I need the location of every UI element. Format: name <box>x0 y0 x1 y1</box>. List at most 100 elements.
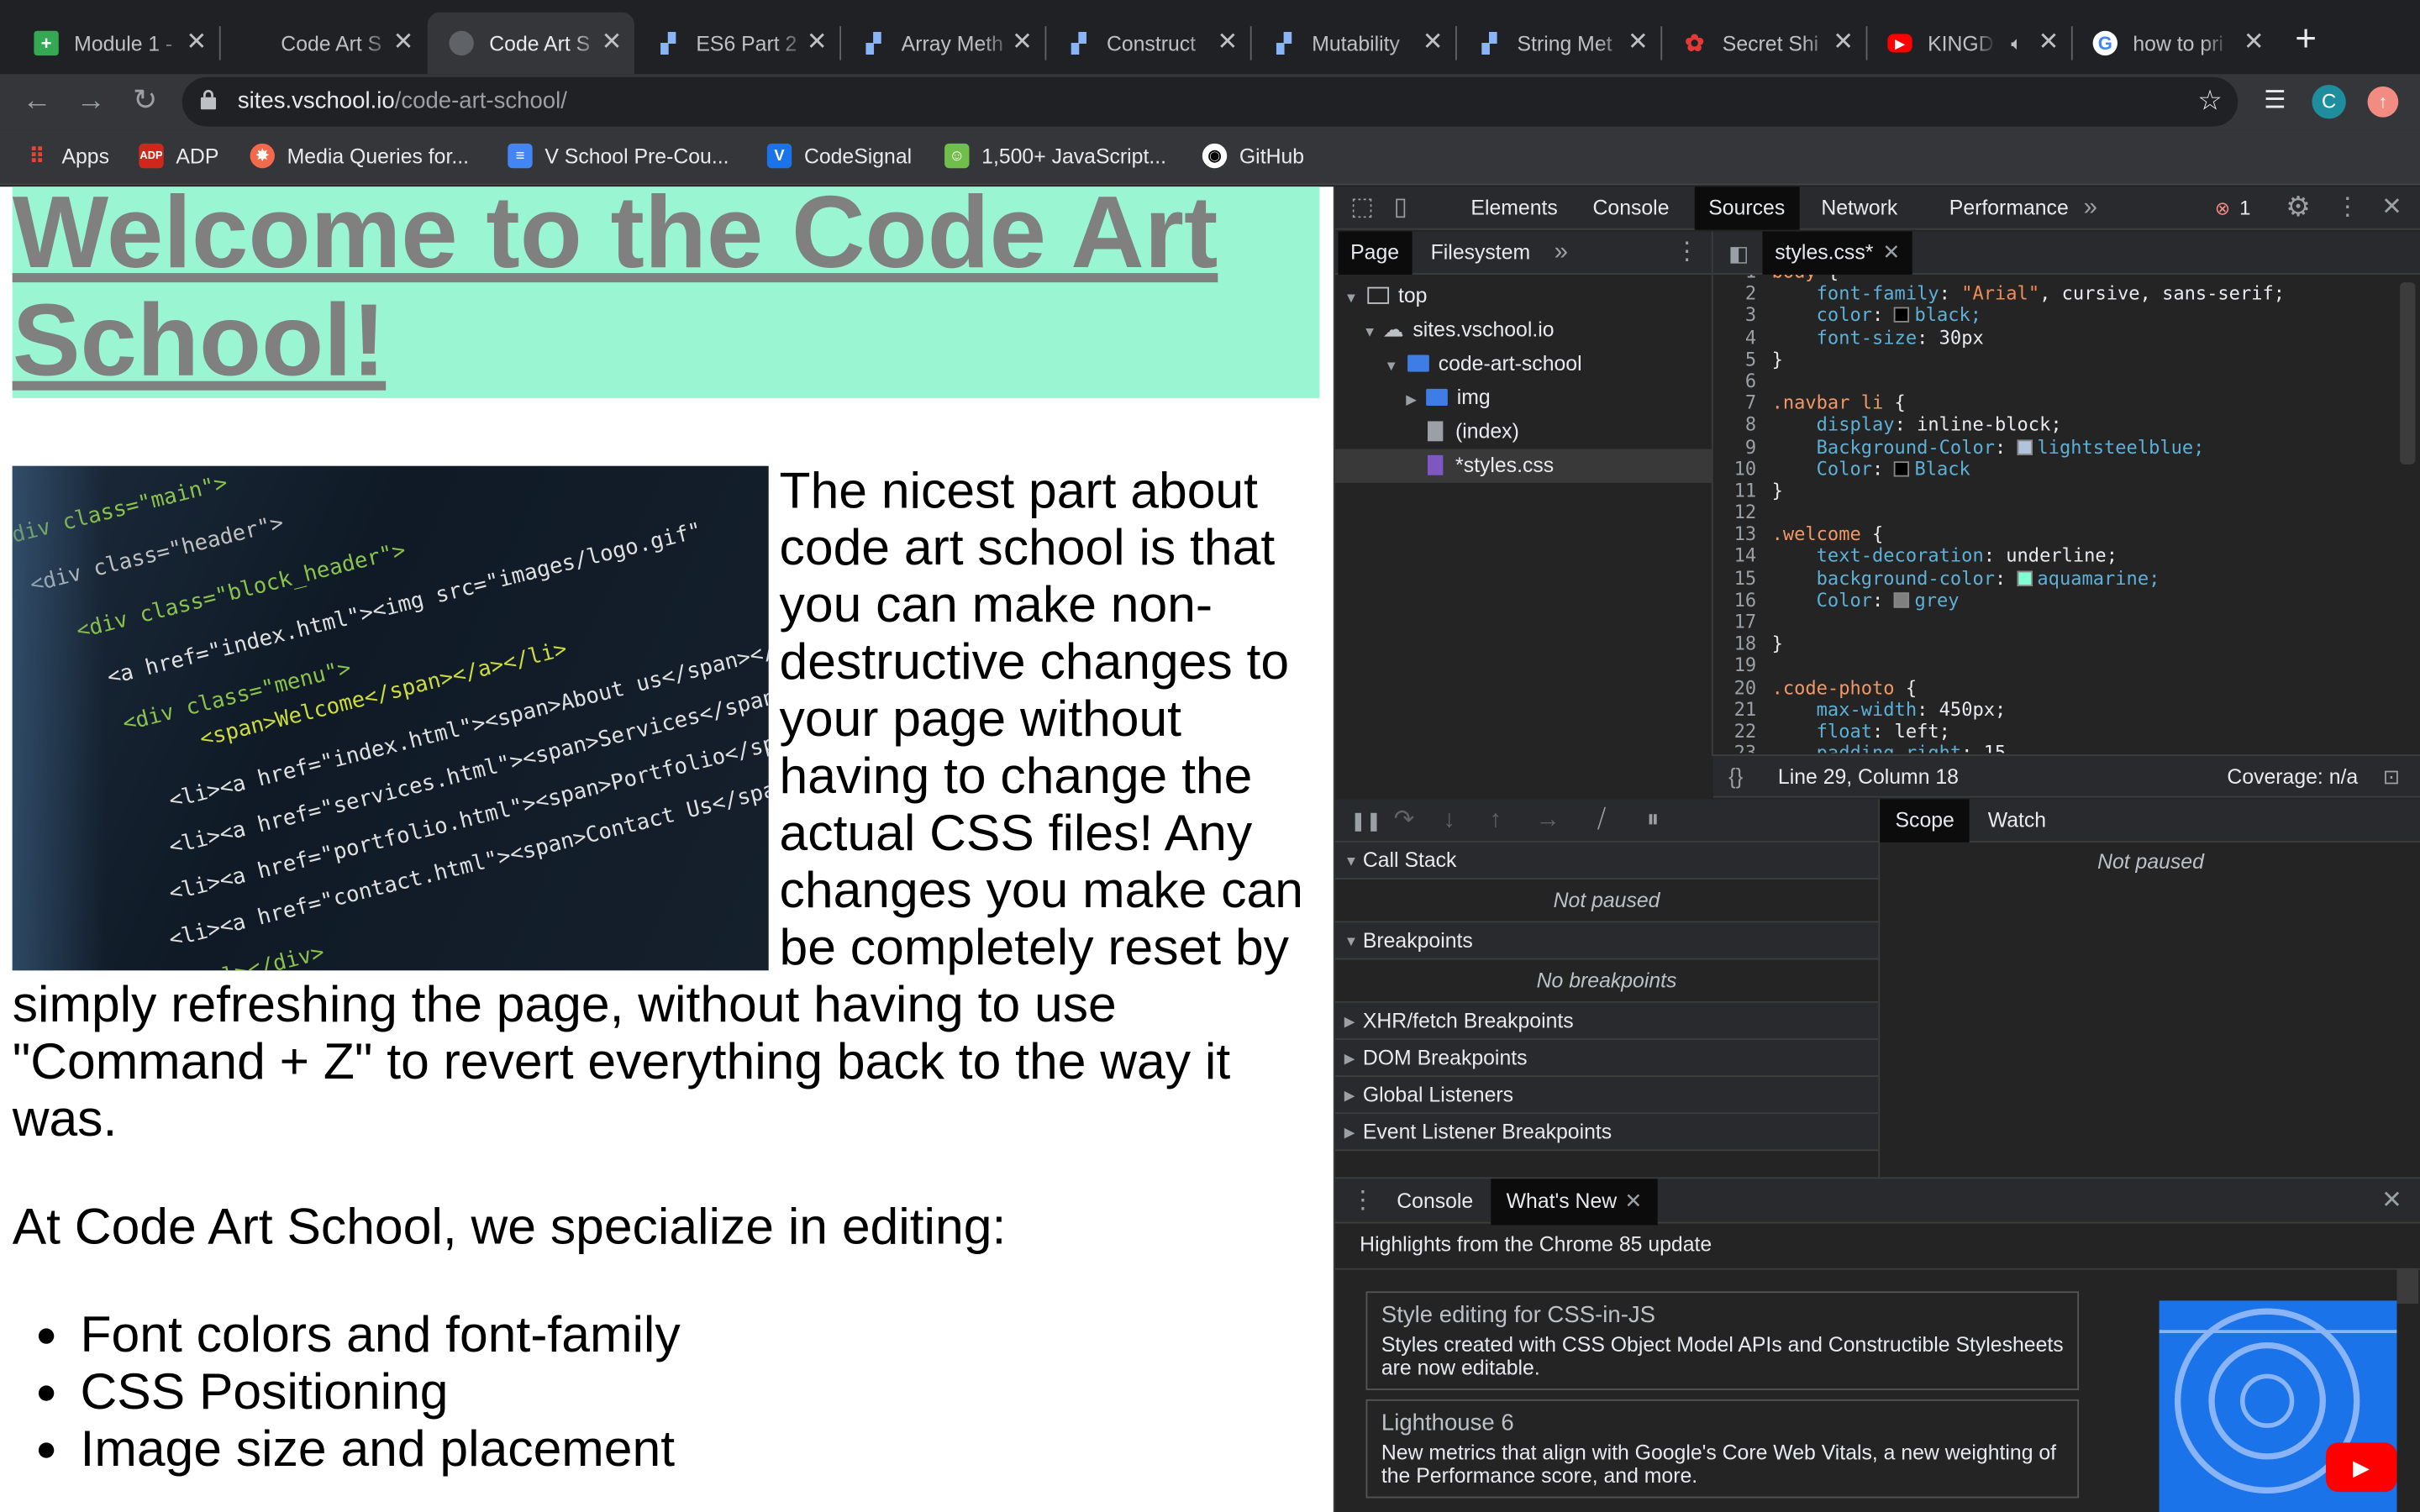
profile-avatar[interactable]: C <box>2312 85 2346 119</box>
bookmark-media-queries[interactable]: ✸ Media Queries for... <box>250 143 469 169</box>
close-drawer-icon[interactable]: ✕ <box>2381 1189 2402 1214</box>
code-line[interactable]: 5} <box>1713 349 2420 370</box>
code-line[interactable]: 19 <box>1713 654 2420 676</box>
more-tabs-icon[interactable]: » <box>2084 195 2097 220</box>
tree-item-styles[interactable]: *styles.css <box>1334 449 1712 483</box>
reading-list-icon[interactable]: ☰ <box>2256 83 2293 120</box>
code-line[interactable]: 3 color: black; <box>1713 305 2420 327</box>
update-icon[interactable]: ↑ <box>2367 86 2399 118</box>
color-swatch[interactable] <box>1894 460 1910 476</box>
color-swatch[interactable] <box>1894 591 1910 608</box>
bookmark-github[interactable]: ◉ GitHub <box>1202 143 1304 169</box>
code-line[interactable]: 14 text-decoration: underline; <box>1713 545 2420 567</box>
new-tab-button[interactable]: + <box>2295 21 2317 59</box>
tab-google-search[interactable]: G how to pri ✕ <box>2071 13 2276 74</box>
code-line[interactable]: 12 <box>1713 501 2420 523</box>
kebab-menu-icon[interactable]: ⋮ <box>2335 195 2360 220</box>
pretty-print-icon[interactable]: {} <box>1728 764 1743 788</box>
event-listener-breakpoints-header[interactable]: ▶ Event Listener Breakpoints <box>1334 1114 1879 1152</box>
color-swatch[interactable] <box>1894 307 1910 323</box>
code-line[interactable]: 4 font-size: 30px <box>1713 327 2420 349</box>
close-icon[interactable]: ✕ <box>393 30 414 55</box>
code-line[interactable]: 8 display: inline-block; <box>1713 414 2420 436</box>
global-listeners-header[interactable]: ▶ Global Listeners <box>1334 1077 1879 1115</box>
code-line[interactable]: 15 background-color: aquamarine; <box>1713 567 2420 589</box>
close-icon[interactable]: ✕ <box>2039 30 2060 55</box>
dom-breakpoints-header[interactable]: ▶ DOM Breakpoints <box>1334 1039 1879 1078</box>
code-line[interactable]: 16 Color: grey <box>1713 589 2420 611</box>
step-into-icon[interactable]: ↓ <box>1443 808 1455 832</box>
color-swatch[interactable] <box>2017 570 2033 586</box>
tab-secret[interactable]: ✿ Secret Shi ✕ <box>1660 13 1868 74</box>
kebab-menu-icon[interactable]: ⋮ <box>1350 1189 1375 1214</box>
step-out-icon[interactable]: ↑ <box>1489 808 1502 832</box>
code-line[interactable]: 20 .code-photo { <box>1713 677 2420 699</box>
bookmark-adp[interactable]: ADP ADP <box>139 143 218 169</box>
gear-icon[interactable]: ⚙ <box>2286 193 2311 221</box>
error-count[interactable]: 1 <box>2239 196 2250 219</box>
close-icon[interactable]: ✕ <box>2244 30 2265 55</box>
youtube-play-icon[interactable]: ▶ <box>2325 1442 2397 1493</box>
drawer-tab-console[interactable]: Console <box>1385 1179 1486 1225</box>
devtools-tab-elements[interactable]: Elements <box>1459 186 1570 229</box>
tree-item-top[interactable]: ▼ top <box>1335 279 1712 312</box>
code-line[interactable]: 9 Background-Color: lightsteelblue; <box>1713 436 2420 458</box>
feature-card[interactable]: Style editing for CSS-in-JS Styles creat… <box>1365 1291 2080 1390</box>
error-icon[interactable]: ⊗ <box>2215 196 2230 220</box>
close-icon[interactable]: ✕ <box>1423 30 1444 55</box>
tab-watch[interactable]: Watch <box>1972 799 2061 842</box>
tree-item-img[interactable]: ▶ img <box>1335 381 1712 415</box>
navigator-tab-filesystem[interactable]: Filesystem <box>1418 232 1543 275</box>
step-icon[interactable]: → <box>1536 808 1560 832</box>
url-text[interactable]: sites.vschool.io/code-art-school/ <box>238 88 567 114</box>
navigator-tab-page[interactable]: Page <box>1338 231 1412 275</box>
code-line[interactable]: 22 float: left; <box>1713 721 2420 743</box>
code-line[interactable]: 10 Color: Black <box>1713 458 2420 480</box>
kebab-menu-icon[interactable]: ⋮ <box>1675 240 1699 265</box>
bookmark-javascript[interactable]: ☺ 1,500+ JavaScript... <box>944 143 1166 169</box>
inspect-element-icon[interactable]: ⬚ <box>1350 195 1374 220</box>
pause-icon[interactable]: ❚❚ <box>1350 808 1381 832</box>
close-icon[interactable]: ✕ <box>1882 241 1900 265</box>
back-arrow-icon[interactable]: ← <box>18 83 55 120</box>
editor-scrollbar[interactable] <box>2400 282 2416 465</box>
tree-item-index[interactable]: (index) <box>1335 415 1712 449</box>
code-editor[interactable]: 1body {2 font-family: "Arial", cursive, … <box>1712 274 2420 753</box>
close-icon[interactable]: ✕ <box>1628 30 1649 55</box>
tab-module-1[interactable]: + Module 1 - ✕ <box>13 13 221 74</box>
tab-string-methods[interactable]: ▞ String Met ✕ <box>1455 13 1663 74</box>
close-icon[interactable]: ✕ <box>1833 30 1854 55</box>
code-line[interactable]: 17 <box>1713 611 2420 633</box>
pause-on-exceptions-icon[interactable]: ⏸︎ <box>1647 808 1660 832</box>
close-icon[interactable]: ✕ <box>807 30 828 55</box>
tab-scope[interactable]: Scope <box>1880 799 1970 843</box>
bookmark-vschool-precourse[interactable]: ≡ V School Pre-Cou... <box>508 143 729 169</box>
deactivate-breakpoints-icon[interactable]: ⧸ <box>1597 808 1606 832</box>
close-icon[interactable]: ✕ <box>1217 30 1238 55</box>
code-line[interactable]: 13 .welcome { <box>1713 523 2420 545</box>
tab-youtube[interactable]: ▶ KINGD 🔈︎ ✕ <box>1866 13 2073 74</box>
code-line[interactable]: 23 padding-right: 15 <box>1713 743 2420 753</box>
drawer-tab-whats-new[interactable]: What's New ✕ <box>1491 1179 1658 1226</box>
step-over-icon[interactable]: ↷ <box>1394 808 1415 832</box>
tab-code-art-1[interactable]: Code Art S ✕ <box>219 13 426 74</box>
devtools-tab-performance[interactable]: Performance <box>1937 186 2081 229</box>
code-line[interactable]: 1body { <box>1713 275 2420 283</box>
drawer-scrollbar[interactable] <box>2396 1269 2419 1305</box>
reload-icon[interactable]: ↻ <box>127 83 164 120</box>
color-swatch[interactable] <box>2017 438 2033 454</box>
close-icon[interactable]: ✕ <box>2381 195 2402 220</box>
toggle-navigator-icon[interactable]: ◧ <box>1728 241 1749 265</box>
close-icon[interactable]: ✕ <box>602 30 623 55</box>
audio-playing-icon[interactable]: 🔈︎ <box>2011 32 2022 55</box>
close-icon[interactable]: ✕ <box>1624 1189 1642 1213</box>
feature-video-thumbnail[interactable]: ▶ <box>2159 1300 2397 1512</box>
forward-arrow-icon[interactable]: → <box>72 83 109 120</box>
breakpoints-header[interactable]: ▼ Breakpoints <box>1334 922 1879 960</box>
tab-code-art-active[interactable]: Code Art S ✕ <box>427 12 634 75</box>
code-line[interactable]: 7 .navbar li { <box>1713 392 2420 414</box>
tree-item-folder[interactable]: ▼ code-art-school <box>1335 347 1712 381</box>
feature-card[interactable]: Lighthouse 6 New metrics that align with… <box>1365 1399 2080 1499</box>
code-line[interactable]: 11} <box>1713 480 2420 501</box>
bookmark-codesignal[interactable]: V CodeSignal <box>766 143 912 169</box>
